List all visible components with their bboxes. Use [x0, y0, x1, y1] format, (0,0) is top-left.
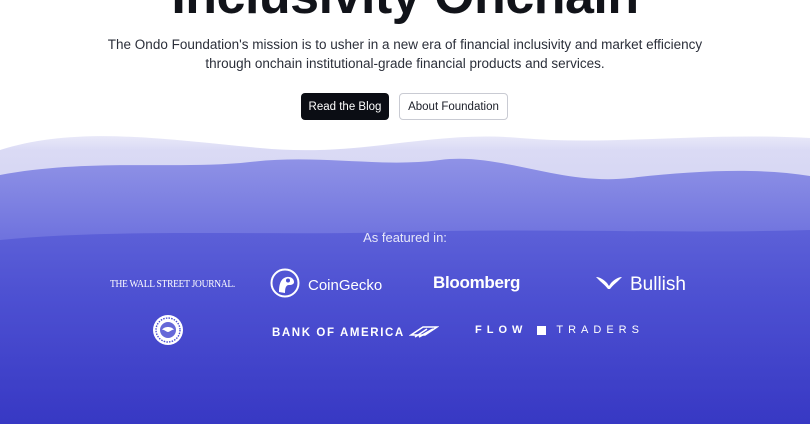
bullish-logo: Bullish	[594, 272, 686, 298]
bank-of-america-logo: BANK OF AMERICA	[272, 324, 440, 341]
bullish-label: Bullish	[630, 274, 686, 295]
mission-statement: The Ondo Foundation's mission is to ushe…	[107, 37, 703, 71]
flow-traders-left-label: FLOW	[475, 324, 528, 336]
flow-traders-logo: FLOW TRADERS	[475, 324, 644, 336]
hero-title: Inclusivity Onchain	[0, 0, 810, 26]
bullish-horns-icon	[594, 272, 624, 298]
about-foundation-button[interactable]: About Foundation	[399, 93, 508, 120]
flow-traders-right-label: TRADERS	[556, 324, 644, 336]
bank-of-america-label: BANK OF AMERICA	[272, 326, 405, 339]
federal-reserve-seal-icon	[152, 314, 184, 351]
coingecko-gecko-icon	[270, 268, 300, 302]
read-the-blog-button[interactable]: Read the Blog	[301, 93, 389, 120]
bank-of-america-flag-icon	[408, 324, 440, 341]
bloomberg-logo: Bloomberg	[433, 273, 521, 292]
flow-traders-square-icon	[537, 325, 547, 335]
coingecko-label: CoinGecko	[308, 276, 383, 294]
featured-heading: As featured in:	[363, 230, 447, 245]
wsj-logo: THE WALL STREET JOURNAL.	[110, 278, 236, 290]
coingecko-logo: CoinGecko	[270, 268, 382, 302]
